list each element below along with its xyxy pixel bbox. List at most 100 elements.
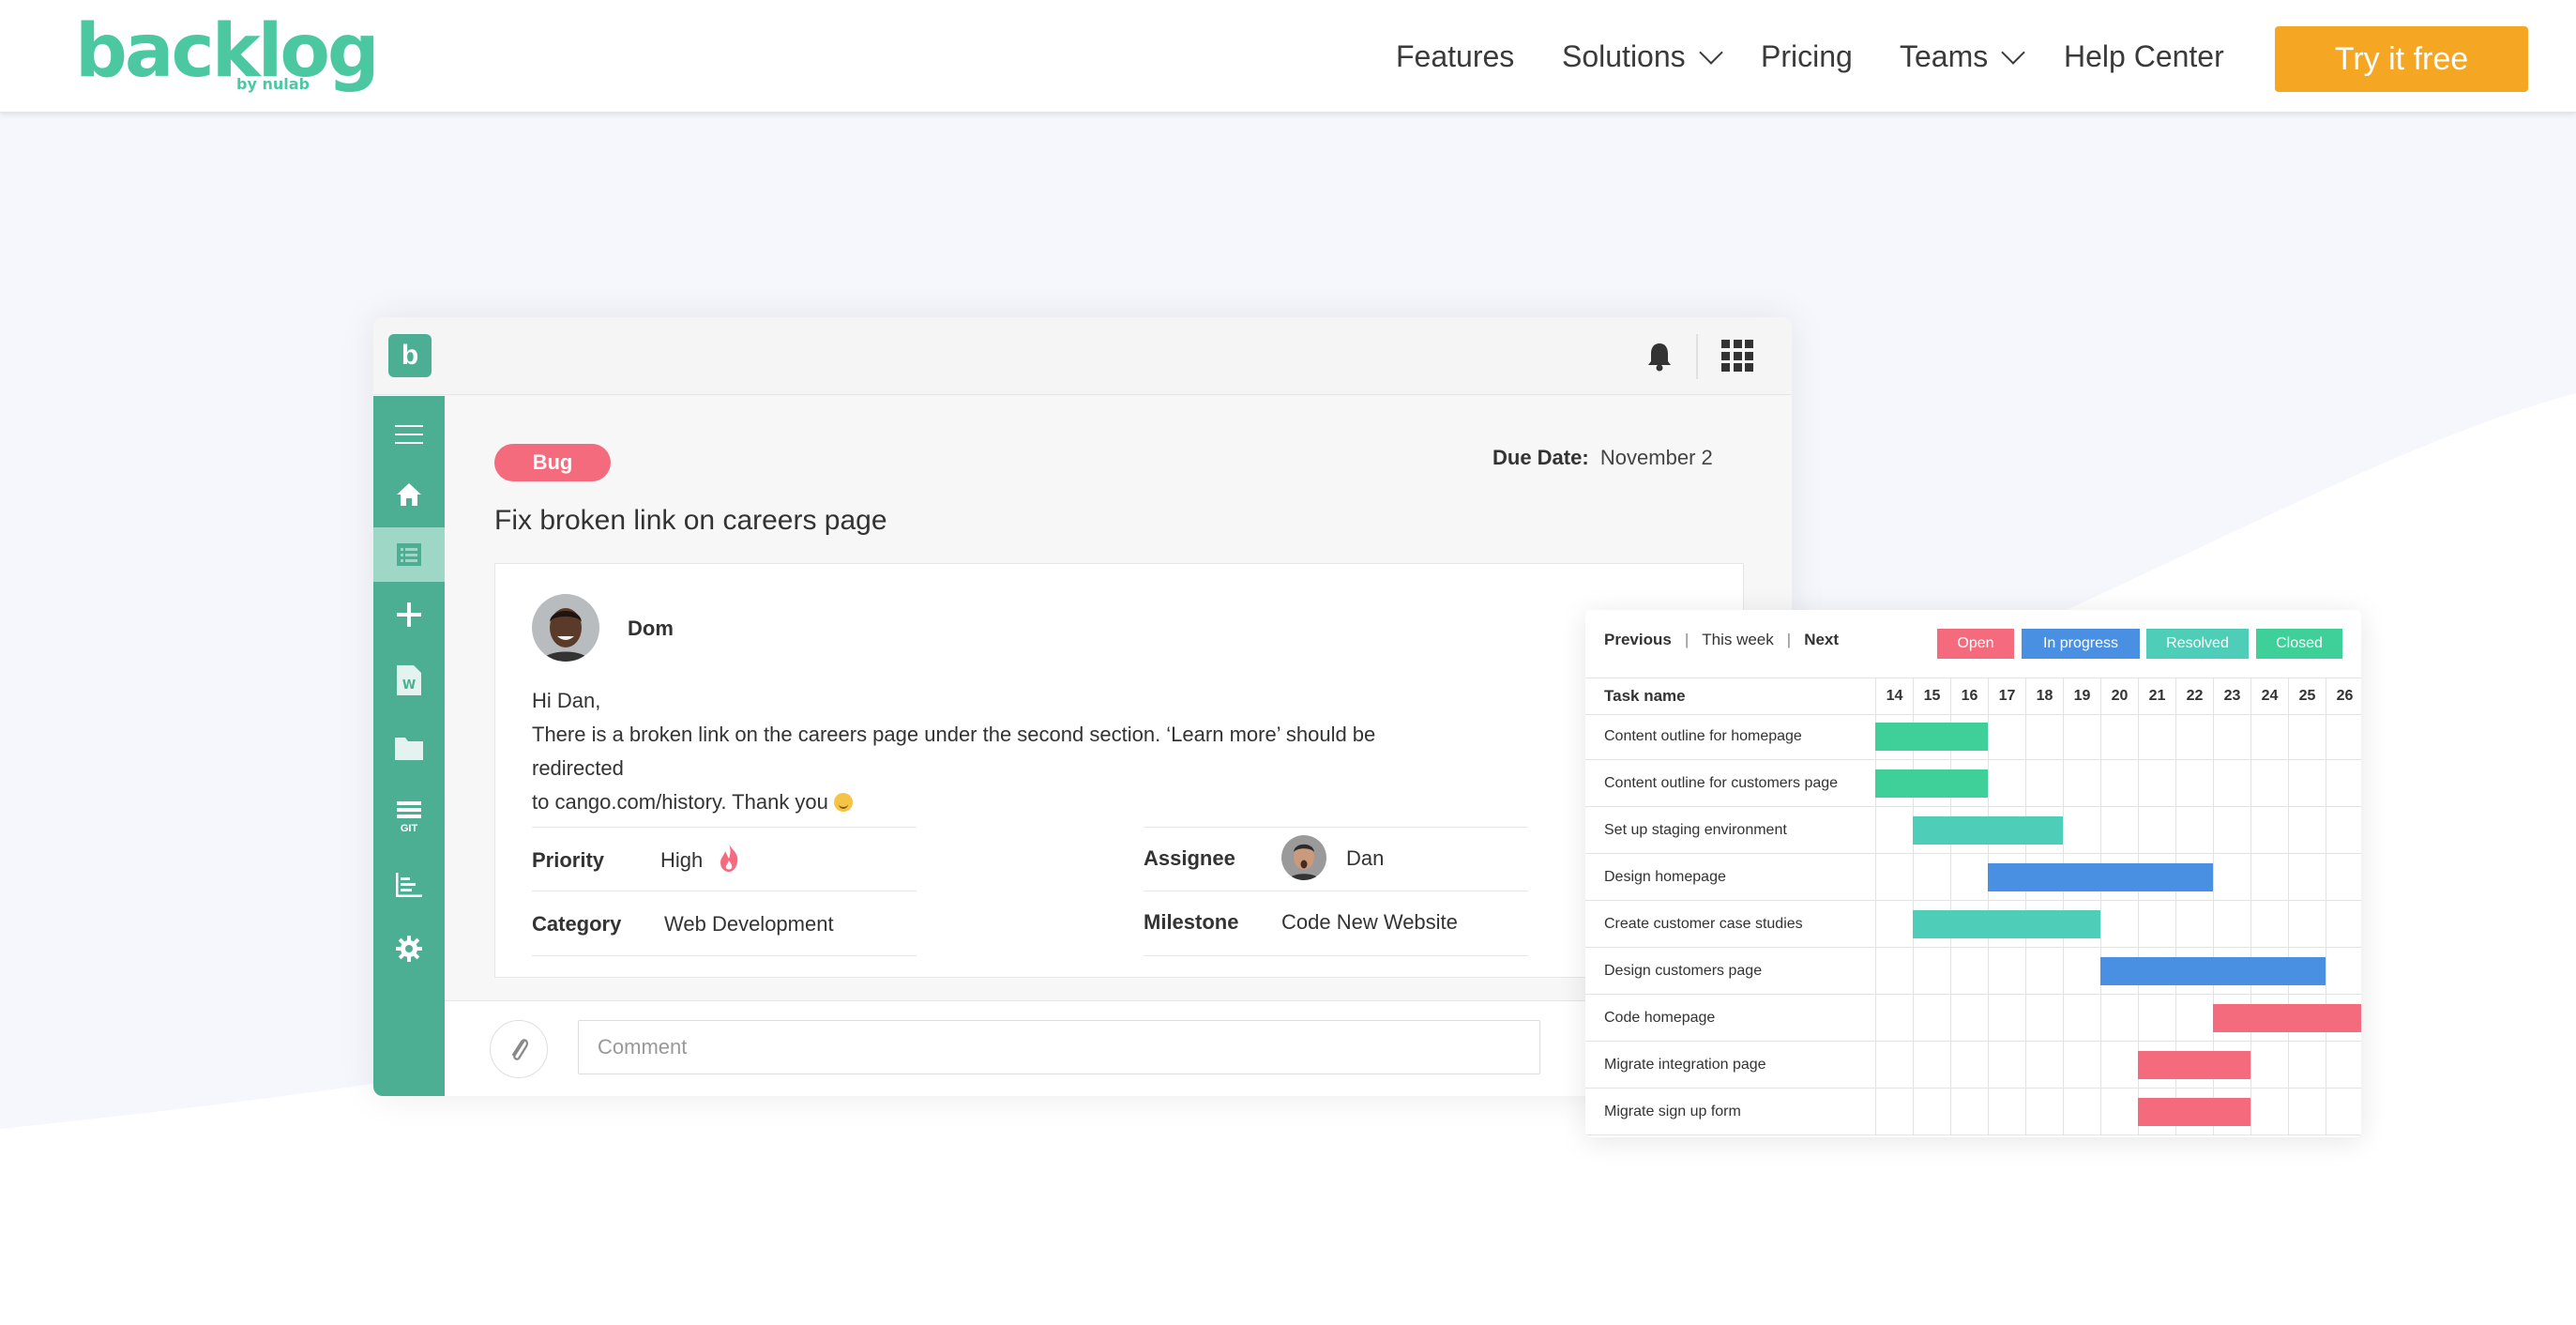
grid-line <box>1875 854 1876 901</box>
avatar <box>1281 835 1326 880</box>
gantt-bar[interactable] <box>1913 816 2063 845</box>
gantt-task-row[interactable]: Design homepage <box>1585 854 2361 901</box>
chart-icon[interactable] <box>373 858 445 912</box>
grid-line <box>1988 1042 1989 1089</box>
gantt-bar[interactable] <box>2100 957 2326 985</box>
grid-line <box>2100 760 2101 807</box>
nav-pricing[interactable]: Pricing <box>1761 39 1853 74</box>
grid-line <box>2213 760 2214 807</box>
grid-line <box>2138 901 2139 948</box>
grid-line <box>2063 948 2064 995</box>
gear-icon[interactable] <box>373 921 445 976</box>
task-name: Design customers page <box>1604 963 1763 979</box>
app-sidebar: W GIT <box>373 396 445 1096</box>
gantt-task-row[interactable]: Migrate integration page <box>1585 1042 2361 1089</box>
folder-icon[interactable] <box>373 721 445 775</box>
wiki-icon[interactable]: W <box>373 653 445 708</box>
grid-line <box>1950 854 1951 901</box>
nav-features-label: Features <box>1396 39 1515 73</box>
grid-line <box>2250 1042 2251 1089</box>
grid-line <box>1950 995 1951 1042</box>
gantt-task-row[interactable]: Design customers page <box>1585 948 2361 995</box>
gantt-bar[interactable] <box>2213 1004 2361 1032</box>
day-header: 24 <box>2250 678 2288 714</box>
grid-line <box>1875 1089 1876 1135</box>
try-it-free-button[interactable]: Try it free <box>2275 26 2528 92</box>
grid-line <box>2288 713 2289 760</box>
comment-input[interactable] <box>578 1020 1540 1074</box>
list-icon[interactable] <box>373 527 445 582</box>
gantt-task-row[interactable]: Content outline for homepage <box>1585 713 2361 760</box>
grid-line <box>1950 1042 1951 1089</box>
apps-grid-icon[interactable] <box>1721 340 1753 372</box>
grid-line <box>1875 995 1876 1042</box>
gantt-bar[interactable] <box>1988 863 2213 891</box>
nav-solutions[interactable]: Solutions <box>1562 39 1723 74</box>
day-header: 20 <box>2100 678 2138 714</box>
grid-line <box>1913 1089 1914 1135</box>
gantt-bar[interactable] <box>2138 1098 2250 1126</box>
gantt-task-row[interactable]: Content outline for customers page <box>1585 760 2361 807</box>
menu-icon[interactable] <box>373 407 445 462</box>
assignee-row: Assignee Dan <box>1144 827 1528 891</box>
gantt-task-row[interactable]: Create customer case studies <box>1585 901 2361 948</box>
grid-line <box>2025 995 2026 1042</box>
grid-line <box>1875 901 1876 948</box>
task-name: Create customer case studies <box>1604 916 1803 932</box>
gantt-bar[interactable] <box>1875 769 1988 798</box>
gantt-bar[interactable] <box>1913 910 2100 938</box>
grid-line <box>2250 760 2251 807</box>
task-name-header: Task name <box>1604 687 1686 705</box>
app-logo[interactable]: b <box>388 334 432 377</box>
day-header: 22 <box>2175 678 2213 714</box>
gantt-bar[interactable] <box>2138 1051 2250 1079</box>
grid-line <box>1875 948 1876 995</box>
grid-line <box>1988 760 1989 807</box>
gantt-task-row[interactable]: Migrate sign up form <box>1585 1089 2361 1135</box>
grid-line <box>2100 1042 2101 1089</box>
grid-line <box>2288 760 2289 807</box>
day-header: 15 <box>1913 678 1950 714</box>
nav-teams[interactable]: Teams <box>1900 39 2025 74</box>
next-link[interactable]: Next <box>1804 631 1839 649</box>
grid-line <box>2288 807 2289 854</box>
grid-line <box>2100 995 2101 1042</box>
gantt-task-row[interactable]: Set up staging environment <box>1585 807 2361 854</box>
task-name: Design homepage <box>1604 869 1726 885</box>
gantt-bar[interactable] <box>1875 723 1988 751</box>
grid-line <box>2063 807 2064 854</box>
day-header: 25 <box>2288 678 2326 714</box>
grid-line <box>2138 807 2139 854</box>
paperclip-icon[interactable] <box>490 1020 548 1078</box>
previous-link[interactable]: Previous <box>1604 631 1672 649</box>
bell-icon[interactable] <box>1641 338 1678 375</box>
git-icon[interactable]: GIT <box>373 790 445 845</box>
grid-line <box>2100 901 2101 948</box>
grid-line <box>1988 1089 1989 1135</box>
home-icon[interactable] <box>373 467 445 522</box>
plus-icon[interactable] <box>373 587 445 642</box>
grid-line <box>2175 995 2176 1042</box>
smile-emoji-icon <box>834 793 854 812</box>
grid-line <box>1913 1042 1914 1089</box>
task-name: Migrate integration page <box>1604 1057 1766 1073</box>
grid-line <box>2100 713 2101 760</box>
legend-open: Open <box>1937 629 2014 659</box>
nav-help-center[interactable]: Help Center <box>2064 39 2224 74</box>
grid-line <box>2063 995 2064 1042</box>
grid-line <box>1875 807 1876 854</box>
due-date-label: Due Date: <box>1493 446 1589 469</box>
gantt-task-row[interactable]: Code homepage <box>1585 995 2361 1042</box>
assignee-label: Assignee <box>1144 846 1235 870</box>
issue-title: Fix broken link on careers page <box>494 505 887 536</box>
due-date: Due Date: November 2 <box>1493 446 1713 470</box>
backlog-app-window: b W GIT Bug Due Date: November 2 Fix bro… <box>373 317 1792 1096</box>
grid-line <box>1950 1089 1951 1135</box>
backlog-logo[interactable]: backlog by nulab <box>75 9 380 99</box>
nav-features[interactable]: Features <box>1396 39 1514 74</box>
milestone-row: Milestone Code New Website <box>1144 891 1528 956</box>
description-line: Hi Dan, <box>532 689 601 712</box>
chevron-down-icon <box>2001 39 2025 65</box>
day-header: 17 <box>1988 678 2025 714</box>
this-week-link[interactable]: This week <box>1702 631 1774 649</box>
